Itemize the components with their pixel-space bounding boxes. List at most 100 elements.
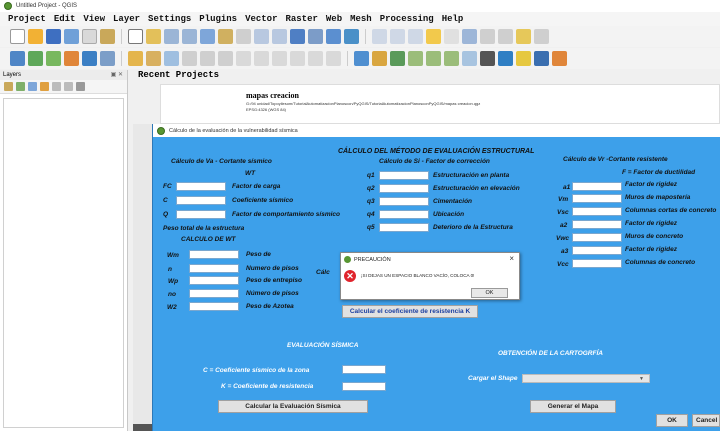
a2-input[interactable] — [572, 220, 622, 229]
q3-input[interactable] — [379, 197, 429, 206]
add-postgis-icon[interactable] — [64, 51, 79, 66]
open-styling-icon[interactable] — [4, 82, 13, 91]
w2-input[interactable] — [189, 302, 239, 311]
calculate-k-button[interactable]: Calcular el coeficiente de resistencia K — [342, 305, 478, 318]
q2-input[interactable] — [379, 184, 429, 193]
menu-vector[interactable]: Vector — [245, 14, 277, 24]
plugin-c-icon[interactable] — [534, 51, 549, 66]
generate-map-button[interactable]: Generar el Mapa — [530, 400, 616, 413]
undo-icon[interactable] — [308, 51, 323, 66]
identify-icon[interactable] — [372, 29, 387, 44]
delete-selected-icon[interactable] — [236, 51, 251, 66]
data-source-manager-icon[interactable] — [10, 51, 25, 66]
zoom-layer-icon[interactable] — [236, 29, 251, 44]
eval-k-input[interactable] — [342, 382, 386, 391]
menu-view[interactable]: View — [83, 14, 105, 24]
popup-ok-button[interactable]: OK — [471, 288, 508, 298]
statistics-icon[interactable] — [480, 29, 495, 44]
edit-icon[interactable] — [146, 51, 161, 66]
new-project-icon[interactable] — [10, 29, 25, 44]
open-project-icon[interactable] — [28, 29, 43, 44]
paste-features-icon[interactable] — [290, 51, 305, 66]
add-wms-icon[interactable] — [100, 51, 115, 66]
a3-input[interactable] — [572, 246, 622, 255]
add-vector-layer-icon[interactable] — [28, 51, 43, 66]
wm-input[interactable] — [189, 250, 239, 259]
menu-help[interactable]: Help — [442, 14, 464, 24]
menu-settings[interactable]: Settings — [148, 14, 191, 24]
bookmark-icon[interactable] — [308, 29, 323, 44]
deselect-icon[interactable] — [408, 29, 423, 44]
text-annotation-icon[interactable] — [534, 29, 549, 44]
menu-project[interactable]: Project — [8, 14, 46, 24]
menu-mesh[interactable]: Mesh — [350, 14, 372, 24]
add-feature-icon[interactable] — [182, 51, 197, 66]
redo-icon[interactable] — [326, 51, 341, 66]
label-tool-icon[interactable] — [354, 51, 369, 66]
zoom-next-icon[interactable] — [272, 29, 287, 44]
shape-combobox[interactable]: ▼ — [522, 374, 650, 383]
no-input[interactable] — [189, 289, 239, 298]
zoom-out-icon[interactable] — [182, 29, 197, 44]
node-tool-icon[interactable] — [218, 51, 233, 66]
vwc-input[interactable] — [572, 233, 622, 242]
map-tips-icon[interactable] — [516, 29, 531, 44]
menu-edit[interactable]: Edit — [54, 14, 76, 24]
pan-icon[interactable] — [128, 29, 143, 44]
python-console-icon[interactable] — [480, 51, 495, 66]
copy-features-icon[interactable] — [272, 51, 287, 66]
save-edits-icon[interactable] — [164, 51, 179, 66]
digitize-icon[interactable] — [128, 51, 143, 66]
vcc-input[interactable] — [572, 259, 622, 268]
label-move-icon[interactable] — [408, 51, 423, 66]
q5-input[interactable] — [379, 223, 429, 232]
collapse-all-icon[interactable] — [64, 82, 73, 91]
select-icon[interactable] — [390, 29, 405, 44]
zoom-last-icon[interactable] — [254, 29, 269, 44]
zoom-selection-icon[interactable] — [218, 29, 233, 44]
diagram-icon[interactable] — [462, 51, 477, 66]
attribute-table-icon[interactable] — [426, 29, 441, 44]
label-rotate-icon[interactable] — [426, 51, 441, 66]
menu-raster[interactable]: Raster — [285, 14, 317, 24]
fc-input[interactable] — [176, 182, 226, 191]
label-pin-icon[interactable] — [372, 51, 387, 66]
panel-close-icon[interactable]: ▣ ✕ — [111, 70, 123, 80]
zoom-full-icon[interactable] — [200, 29, 215, 44]
zoom-in-icon[interactable] — [164, 29, 179, 44]
show-bookmarks-icon[interactable] — [326, 29, 341, 44]
menu-layer[interactable]: Layer — [113, 14, 140, 24]
refresh-icon[interactable] — [344, 29, 359, 44]
plugin-d-icon[interactable] — [552, 51, 567, 66]
n-input[interactable] — [189, 264, 239, 273]
cut-features-icon[interactable] — [254, 51, 269, 66]
menu-processing[interactable]: Processing — [380, 14, 434, 24]
save-project-icon[interactable] — [46, 29, 61, 44]
cancel-button[interactable]: Cancel — [692, 414, 720, 427]
field-calc-icon[interactable] — [444, 29, 459, 44]
manage-visibility-icon[interactable] — [28, 82, 37, 91]
measure-icon[interactable] — [498, 29, 513, 44]
a1-input[interactable] — [572, 182, 622, 191]
wp-input[interactable] — [189, 276, 239, 285]
pan-to-selection-icon[interactable] — [146, 29, 161, 44]
menu-web[interactable]: Web — [326, 14, 342, 24]
c-input[interactable] — [176, 196, 226, 205]
save-as-icon[interactable] — [64, 29, 79, 44]
move-feature-icon[interactable] — [200, 51, 215, 66]
calculate-evaluation-button[interactable]: Calcular la Evaluación Sísmica — [218, 400, 368, 413]
new-map-view-icon[interactable] — [290, 29, 305, 44]
vm-input[interactable] — [572, 194, 622, 203]
toolbox-icon[interactable] — [462, 29, 477, 44]
vsc-input[interactable] — [572, 207, 622, 216]
ok-button[interactable]: OK — [656, 414, 688, 427]
add-spatialite-icon[interactable] — [82, 51, 97, 66]
label-change-icon[interactable] — [444, 51, 459, 66]
remove-layer-icon[interactable] — [76, 82, 85, 91]
q4-input[interactable] — [379, 210, 429, 219]
expand-all-icon[interactable] — [52, 82, 61, 91]
add-group-icon[interactable] — [16, 82, 25, 91]
style-manager-icon[interactable] — [100, 29, 115, 44]
q1-input[interactable] — [379, 171, 429, 180]
print-layout-icon[interactable] — [82, 29, 97, 44]
